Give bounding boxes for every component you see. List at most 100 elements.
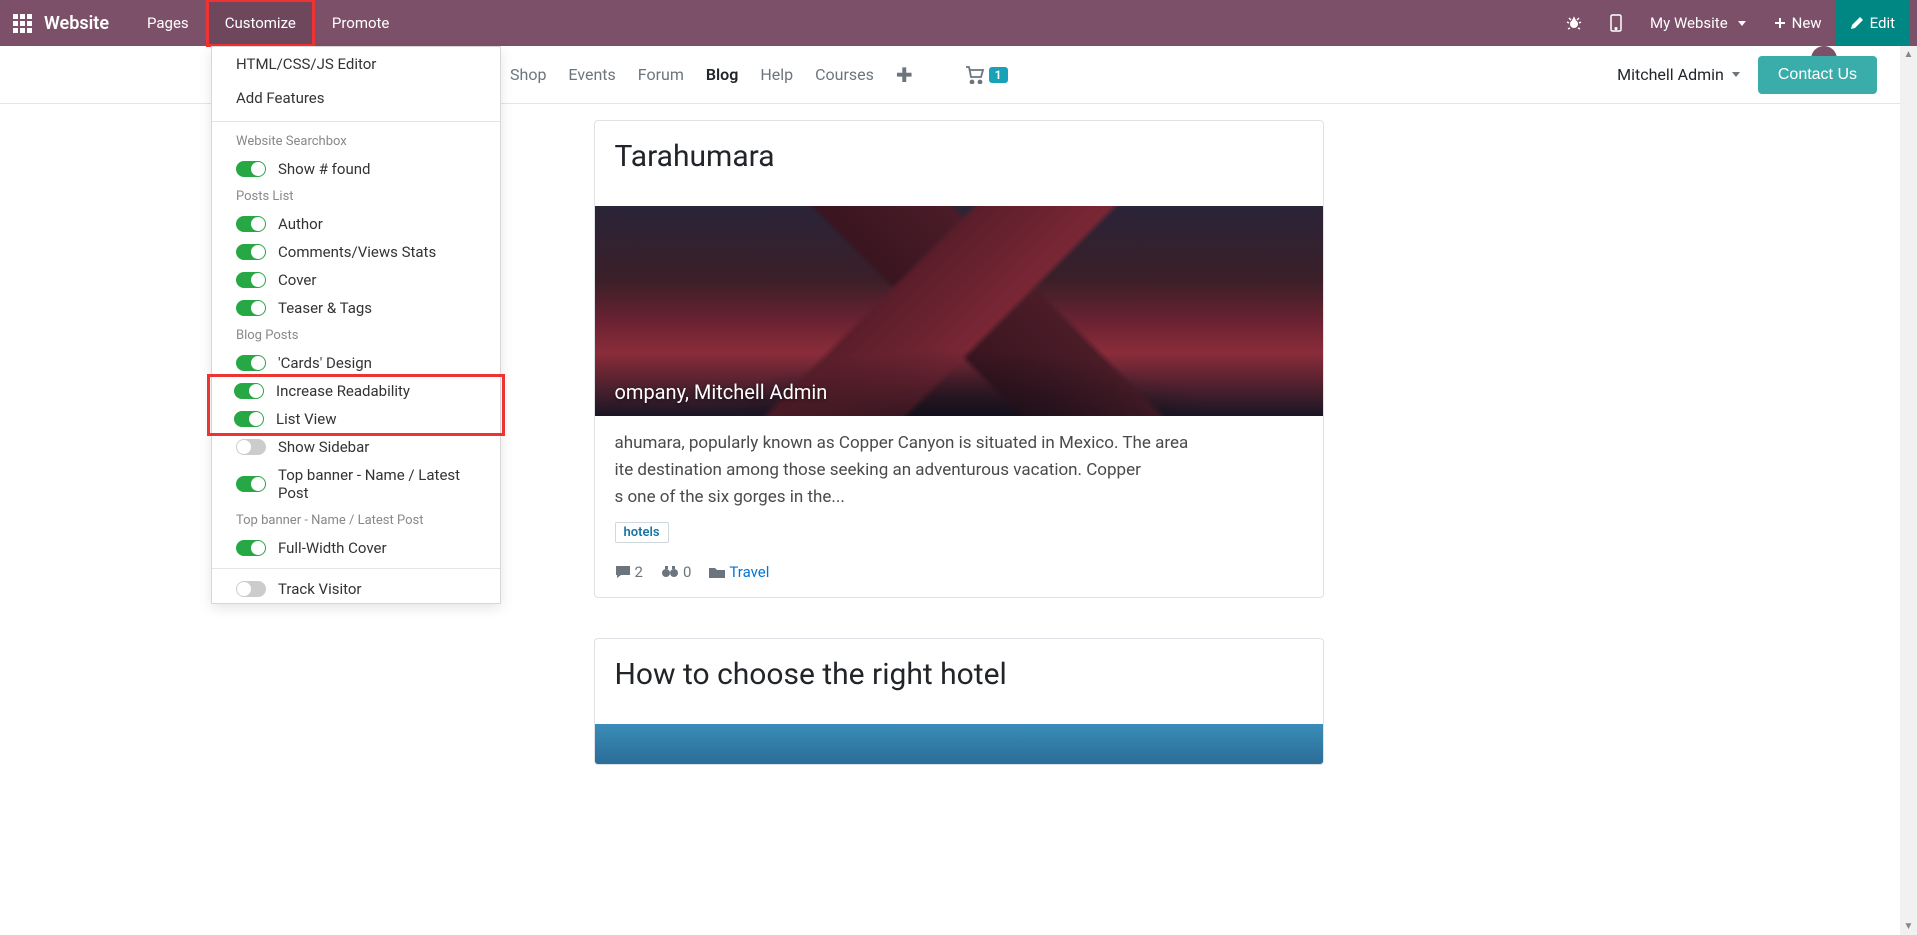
post-cover[interactable] — [595, 724, 1323, 764]
plus-icon — [1774, 17, 1786, 29]
opt-label: Top banner - Name / Latest Post — [278, 466, 476, 502]
user-dropdown[interactable]: Mitchell Admin — [1617, 65, 1740, 84]
card-header: Tarahumara — [595, 121, 1323, 206]
sitenav-blog[interactable]: Blog — [706, 65, 738, 84]
opt-label: Cover — [278, 271, 316, 289]
sitenav-help[interactable]: Help — [760, 65, 793, 84]
topbar-right: My Website New Edit — [1552, 0, 1909, 46]
category-link[interactable]: Travel — [709, 563, 769, 581]
teaser-line: ahumara, popularly known as Copper Canyo… — [615, 433, 1189, 453]
nav-pages[interactable]: Pages — [129, 0, 207, 46]
opt-label: Show Sidebar — [278, 438, 369, 456]
toggle-on-icon — [236, 476, 266, 492]
topbar: Website Pages Customize Promote My Websi… — [0, 0, 1917, 46]
opt-label: Comments/Views Stats — [278, 243, 436, 261]
card-header: How to choose the right hotel — [595, 639, 1323, 724]
opt-teaser-tags[interactable]: Teaser & Tags — [212, 294, 500, 322]
sitenav-events[interactable]: Events — [568, 65, 615, 84]
opt-cards-design[interactable]: 'Cards' Design — [212, 349, 500, 377]
opt-label: Show # found — [278, 160, 370, 178]
opt-comments-stats[interactable]: Comments/Views Stats — [212, 238, 500, 266]
post-meta: 2 0 Travel — [595, 551, 1323, 597]
website-dd-label: My Website — [1650, 14, 1728, 32]
topbar-left: Website Pages Customize Promote — [8, 0, 407, 46]
cart-icon — [965, 66, 985, 84]
opt-label: Teaser & Tags — [278, 299, 372, 317]
website-dropdown[interactable]: My Website — [1636, 0, 1760, 46]
bug-icon[interactable] — [1552, 0, 1596, 46]
dd-add-features[interactable]: Add Features — [212, 81, 500, 115]
dd-head-blogposts: Blog Posts — [212, 322, 500, 349]
opt-show-sidebar[interactable]: Show Sidebar — [212, 433, 500, 461]
cart-badge: 1 — [989, 67, 1008, 83]
opt-list-view[interactable]: List View — [210, 405, 502, 433]
comments-count[interactable]: 2 — [615, 563, 643, 581]
dd-head-searchbox: Website Searchbox — [212, 128, 500, 155]
blog-post-card: Tarahumara ompany, Mitchell Admin ahumar… — [594, 120, 1324, 598]
opt-top-banner[interactable]: Top banner - Name / Latest Post — [212, 461, 500, 507]
sitenav-shop[interactable]: Shop — [510, 65, 546, 84]
cart-button[interactable]: 1 — [965, 66, 1008, 84]
folder-icon — [709, 566, 725, 578]
opt-increase-readability[interactable]: Increase Readability — [210, 377, 502, 405]
dd-head-postslist: Posts List — [212, 183, 500, 210]
edit-label: Edit — [1870, 14, 1895, 32]
toggle-on-icon — [236, 244, 266, 260]
tag-hotels[interactable]: hotels — [615, 522, 669, 543]
scroll-down-icon[interactable]: ▼ — [1900, 918, 1917, 935]
post-title[interactable]: How to choose the right hotel — [615, 657, 1303, 692]
opt-show-found[interactable]: Show # found — [212, 155, 500, 183]
toggle-off-icon — [236, 581, 266, 597]
dd-html-editor[interactable]: HTML/CSS/JS Editor — [212, 47, 500, 81]
edit-button[interactable]: Edit — [1836, 0, 1909, 46]
toggle-on-icon — [236, 216, 266, 232]
add-menu-icon[interactable]: ✚ — [896, 63, 913, 87]
sitenav-forum[interactable]: Forum — [638, 65, 684, 84]
post-author-line: ompany, Mitchell Admin — [615, 380, 828, 404]
sitebar-right: Mitchell Admin Contact Us — [1617, 56, 1877, 94]
new-label: New — [1792, 14, 1822, 32]
comments-value: 2 — [635, 563, 643, 581]
chevron-down-icon — [1738, 21, 1746, 26]
post-title[interactable]: Tarahumara — [615, 139, 1303, 174]
toggle-on-icon — [236, 540, 266, 556]
mobile-icon[interactable] — [1596, 0, 1636, 46]
teaser-line: ite destination among those seeking an a… — [615, 460, 1141, 480]
apps-grid-icon — [13, 14, 32, 33]
new-button[interactable]: New — [1760, 0, 1836, 46]
blog-post-card: How to choose the right hotel — [594, 638, 1324, 765]
highlighted-options: Increase Readability List View — [210, 377, 502, 433]
opt-label: Author — [278, 215, 323, 233]
divider — [212, 121, 500, 122]
toggle-on-icon — [234, 411, 264, 427]
chevron-down-icon — [1732, 72, 1740, 77]
opt-label: Full-Width Cover — [278, 539, 387, 557]
opt-author[interactable]: Author — [212, 210, 500, 238]
scrollbar[interactable]: ▲ ▼ — [1900, 46, 1917, 935]
toggle-off-icon — [236, 439, 266, 455]
brand-label[interactable]: Website — [44, 13, 109, 34]
toggle-on-icon — [234, 383, 264, 399]
pencil-icon — [1850, 16, 1864, 30]
scroll-up-icon[interactable]: ▲ — [1900, 46, 1917, 63]
toggle-on-icon — [236, 355, 266, 371]
opt-label: Track Visitor — [278, 580, 362, 598]
sitenav: Shop Events Forum Blog Help Courses ✚ 1 — [10, 63, 1008, 87]
post-cover[interactable]: ompany, Mitchell Admin — [595, 206, 1323, 416]
teaser-line: s one of the six gorges in the... — [615, 487, 845, 507]
views-count[interactable]: 0 — [661, 563, 691, 581]
opt-cover[interactable]: Cover — [212, 266, 500, 294]
user-name: Mitchell Admin — [1617, 65, 1724, 84]
contact-us-button[interactable]: Contact Us — [1758, 56, 1877, 94]
apps-icon[interactable] — [8, 9, 36, 37]
sitenav-courses[interactable]: Courses — [815, 65, 874, 84]
nav-customize[interactable]: Customize — [207, 0, 314, 46]
post-teaser: ahumara, popularly known as Copper Canyo… — [595, 416, 1323, 514]
opt-full-width-cover[interactable]: Full-Width Cover — [212, 534, 500, 562]
nav-promote[interactable]: Promote — [314, 0, 408, 46]
opt-label: List View — [276, 410, 337, 428]
opt-track-visitor[interactable]: Track Visitor — [212, 575, 500, 603]
post-tags: hotels — [595, 514, 1323, 551]
opt-label: 'Cards' Design — [278, 354, 372, 372]
toggle-on-icon — [236, 272, 266, 288]
